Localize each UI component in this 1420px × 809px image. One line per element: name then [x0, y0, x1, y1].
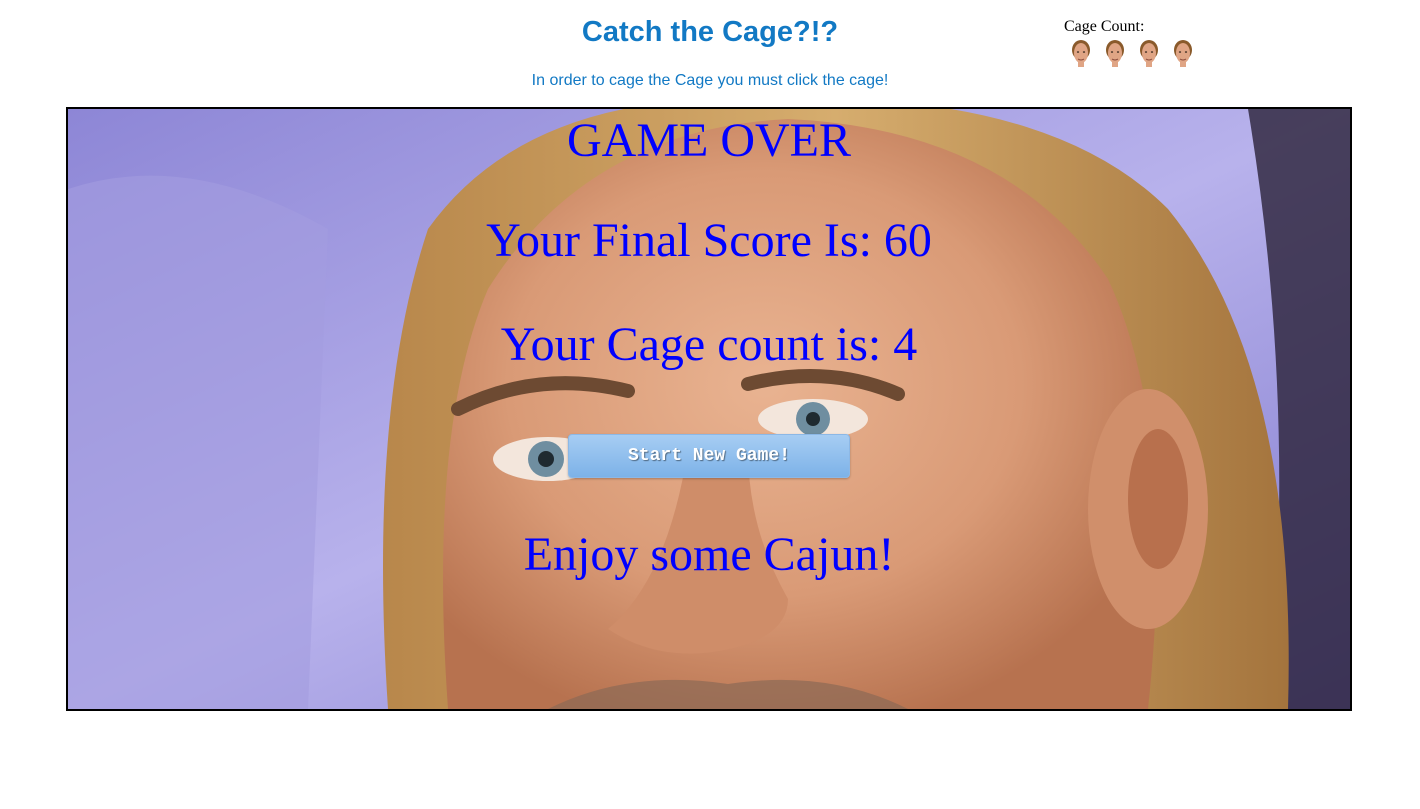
game-over-heading: GAME OVER	[567, 114, 851, 167]
background-face-photo	[68, 109, 1350, 709]
cage-count-icons	[1064, 38, 1224, 68]
cage-face-icon	[1137, 38, 1161, 68]
game-area: GAME OVER Your Final Score Is: 60 Your C…	[66, 107, 1352, 711]
cage-face-icon	[1171, 38, 1195, 68]
cage-count-panel: Cage Count:	[1064, 17, 1224, 68]
cage-face-icon	[1103, 38, 1127, 68]
instructions-text: In order to cage the Cage you must click…	[531, 72, 889, 89]
final-score-text: Your Final Score Is: 60	[486, 214, 932, 267]
cage-count-label: Cage Count:	[1064, 18, 1145, 35]
start-new-game-button[interactable]: Start New Game!	[568, 434, 850, 478]
closing-message: Enjoy some Cajun!	[523, 528, 895, 581]
cage-face-icon	[1069, 38, 1093, 68]
cage-count-result: Your Cage count is: 4	[500, 318, 918, 371]
